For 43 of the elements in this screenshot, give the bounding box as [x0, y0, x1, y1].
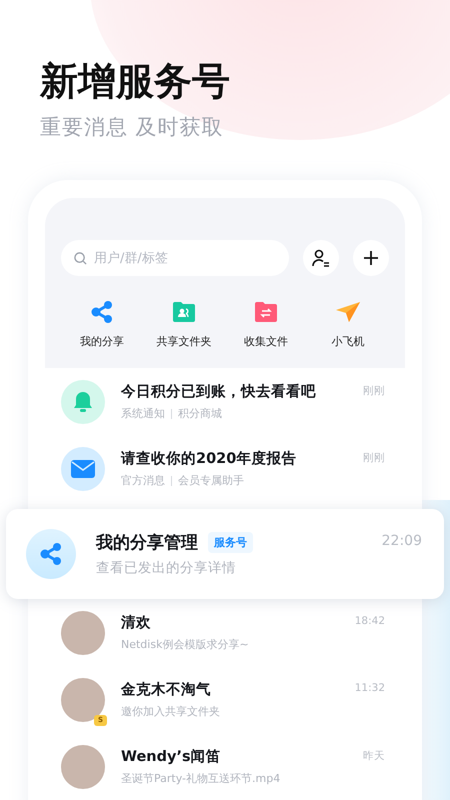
bell-icon [73, 390, 93, 412]
message-title: 我的分享管理 [96, 532, 198, 554]
chat-time: 昨天 [363, 749, 385, 763]
contacts-button[interactable] [303, 240, 339, 276]
shortcut-button[interactable]: 我的分享 [62, 300, 142, 349]
add-button[interactable] [353, 240, 389, 276]
message-source: 系统通知 [121, 406, 165, 421]
subtitle: 重要消息 及时获取 [40, 114, 224, 141]
message-time: 22:09 [382, 533, 422, 549]
shortcut-button[interactable]: 收集文件 [226, 300, 306, 349]
shortcut-button[interactable]: 共享文件夹 [144, 300, 224, 349]
message-source: 积分商城 [178, 406, 222, 421]
message-title: 请查收你的2020年度报告 [121, 449, 298, 468]
search-field[interactable]: 用户/群/标签 [61, 240, 289, 276]
share-icon [90, 300, 114, 324]
avatar-placeholder [61, 610, 105, 654]
chat-preview: 圣诞节Party-礼物互送环节.mp4 [121, 771, 280, 786]
shortcut-button[interactable]: 小飞机 [308, 300, 388, 349]
transfer-folder-icon [254, 300, 278, 324]
message-source: 官方消息 [121, 473, 165, 488]
message-source: 会员专属助手 [178, 473, 244, 488]
message-time: 刚刚 [363, 451, 385, 465]
share-icon [39, 542, 63, 566]
chat-time: 18:42 [354, 615, 385, 627]
chat-name: 金克木不淘气 [121, 680, 212, 699]
message-title: 今日积分已到账，快去看看吧 [121, 382, 317, 401]
message-time: 刚刚 [363, 384, 385, 398]
person-list-icon [312, 249, 330, 267]
headline: 新增服务号 [40, 58, 230, 105]
avatar-placeholder [61, 678, 105, 722]
chat-preview: 邀你加入共享文件夹 [121, 704, 220, 719]
avatar-placeholder [61, 744, 105, 788]
chat-time: 11:32 [354, 682, 385, 694]
chat-name: Wendy’s闻笛 [121, 748, 222, 766]
chat-preview: Netdisk例会模版求分享~ [121, 637, 249, 652]
shared-folder-icon [172, 300, 196, 324]
featured-message-card[interactable]: 我的分享管理 服务号 查看已发出的分享详情 22:09 [6, 509, 444, 599]
paper-plane-icon [335, 300, 361, 324]
envelope-icon [71, 460, 95, 478]
service-tag: 服务号 [208, 532, 253, 553]
plus-icon [363, 250, 379, 266]
message-preview: 查看已发出的分享详情 [96, 559, 236, 577]
chat-name: 清欢 [121, 614, 152, 632]
